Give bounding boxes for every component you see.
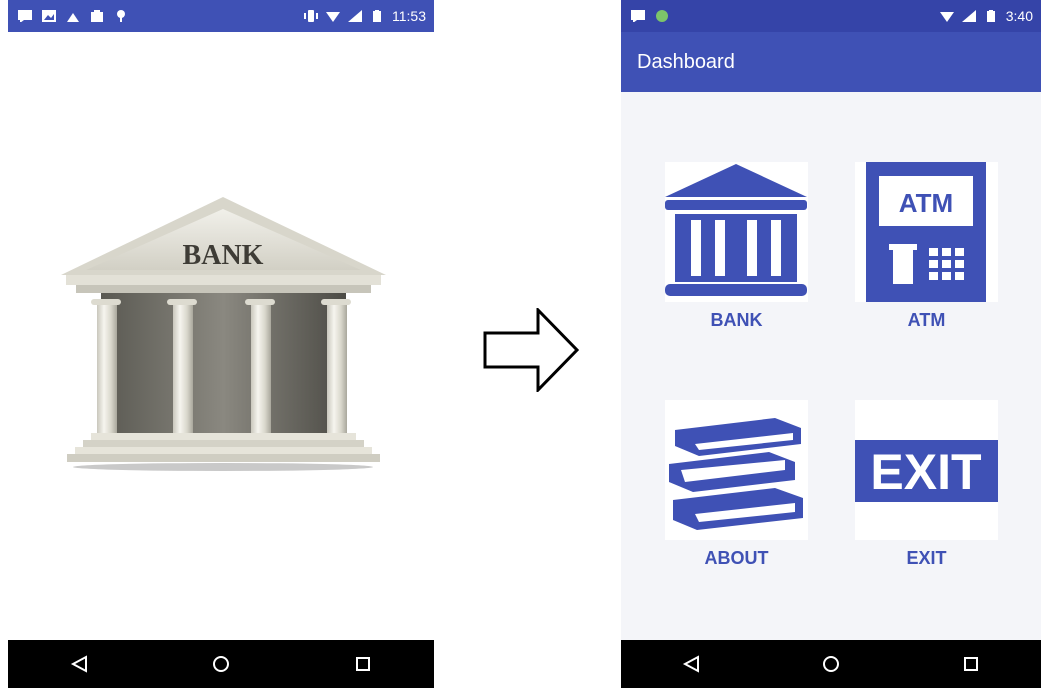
recents-square-icon	[356, 657, 370, 671]
clipboard-notification-icon	[91, 10, 103, 22]
home-circle-icon	[213, 656, 229, 672]
debug-notification-icon	[117, 10, 125, 22]
wifi-icon	[939, 12, 954, 22]
wifi-icon	[326, 12, 340, 22]
recents-button[interactable]	[951, 644, 991, 684]
clean-notification-icon	[67, 13, 79, 22]
splash-screen: 11:53 BANK	[8, 0, 434, 688]
bank-building-logo: BANK	[61, 197, 386, 471]
right-arrow-icon	[483, 308, 579, 392]
home-button[interactable]	[811, 644, 851, 684]
atm-icon: ATM	[866, 162, 986, 302]
exit-icon: EXIT	[855, 440, 998, 502]
back-button[interactable]	[59, 644, 99, 684]
navigation-bar	[621, 640, 1041, 688]
recents-button[interactable]	[343, 644, 383, 684]
bank-icon	[665, 164, 807, 296]
atm-tile-label: ATM	[907, 310, 946, 330]
bank-tile[interactable]: BANK	[665, 162, 808, 331]
app-bar: Dashboard	[621, 32, 1041, 92]
message-notification-icon	[631, 10, 645, 22]
books-icon	[669, 418, 803, 530]
cell-signal-icon	[961, 10, 976, 22]
photo-notification-icon	[42, 10, 56, 22]
status-bar: 3:40	[621, 0, 1041, 32]
android-notification-icon	[656, 10, 668, 22]
message-notification-icon	[18, 10, 32, 22]
atm-tile[interactable]: ATM ATM	[855, 162, 998, 331]
exit-tile[interactable]: EXIT EXIT	[855, 400, 998, 569]
navigation-bar	[8, 640, 434, 688]
about-tile-label: ABOUT	[704, 548, 769, 568]
exit-tile-label: EXIT	[906, 548, 947, 568]
exit-icon-text: EXIT	[870, 444, 981, 500]
status-time: 11:53	[392, 8, 426, 24]
home-circle-icon	[823, 656, 839, 672]
home-button[interactable]	[201, 644, 241, 684]
status-bar: 11:53	[8, 0, 434, 32]
vibrate-icon	[304, 10, 318, 22]
dashboard-screen: 3:40 Dashboard BANK ATM ATM ABOUT EXIT E…	[621, 0, 1041, 688]
page-title: Dashboard	[637, 50, 735, 73]
status-time: 3:40	[1005, 8, 1033, 24]
back-triangle-icon	[682, 655, 699, 673]
cell-signal-icon	[348, 10, 362, 22]
back-button[interactable]	[671, 644, 711, 684]
bank-tile-label: BANK	[710, 310, 763, 330]
atm-icon-text: ATM	[899, 188, 953, 218]
back-triangle-icon	[70, 655, 87, 673]
about-tile[interactable]: ABOUT	[665, 400, 808, 569]
battery-icon	[986, 10, 995, 22]
recents-square-icon	[964, 657, 978, 671]
bank-sign-text: BANK	[183, 240, 264, 271]
battery-icon	[373, 10, 381, 22]
